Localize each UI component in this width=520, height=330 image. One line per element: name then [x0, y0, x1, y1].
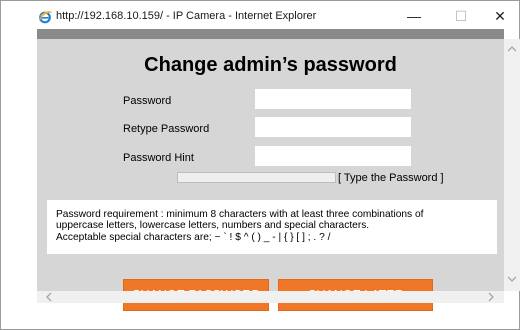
close-button[interactable]: ✕	[486, 5, 514, 27]
password-field[interactable]	[255, 89, 411, 109]
minimize-icon: —	[407, 8, 421, 24]
maximize-icon: ☐	[454, 7, 468, 24]
password-requirements: Password requirement : minimum 8 charact…	[47, 200, 497, 254]
password-hint-label: Password Hint	[123, 152, 194, 164]
password-hint-field[interactable]	[255, 146, 411, 166]
retype-password-field[interactable]	[255, 117, 411, 137]
chevron-right-icon[interactable]	[483, 291, 499, 303]
change-password-panel: Change admin’s password Password Retype …	[37, 39, 504, 311]
password-strength-text: [ Type the Password ]	[338, 172, 444, 184]
chevron-up-icon[interactable]	[504, 41, 520, 57]
password-strength-bar	[177, 172, 336, 183]
chevron-down-icon[interactable]	[504, 271, 520, 287]
requirement-line: uppercase letters, lowercase letters, nu…	[56, 220, 370, 232]
password-label: Password	[123, 95, 172, 107]
browser-window: http://192.168.10.159/ - IP Camera - Int…	[0, 0, 520, 330]
retype-password-label: Retype Password	[123, 123, 210, 135]
close-icon: ✕	[494, 7, 506, 24]
requirement-line: Password requirement : minimum 8 charact…	[56, 209, 424, 220]
page-title: Change admin’s password	[144, 54, 397, 76]
horizontal-scrollbar[interactable]	[37, 291, 504, 303]
title-bar[interactable]: http://192.168.10.159/ - IP Camera - Int…	[1, 1, 519, 29]
header-strip	[37, 29, 504, 39]
requirement-line: Acceptable special characters are; ~ ` !…	[56, 231, 331, 243]
vertical-scrollbar[interactable]	[504, 39, 520, 291]
maximize-button[interactable]: ☐	[447, 5, 475, 27]
minimize-button[interactable]: —	[400, 5, 428, 27]
chevron-left-icon[interactable]	[41, 291, 57, 303]
internet-explorer-icon	[38, 11, 52, 24]
window-title: http://192.168.10.159/ - IP Camera - Int…	[56, 10, 317, 22]
